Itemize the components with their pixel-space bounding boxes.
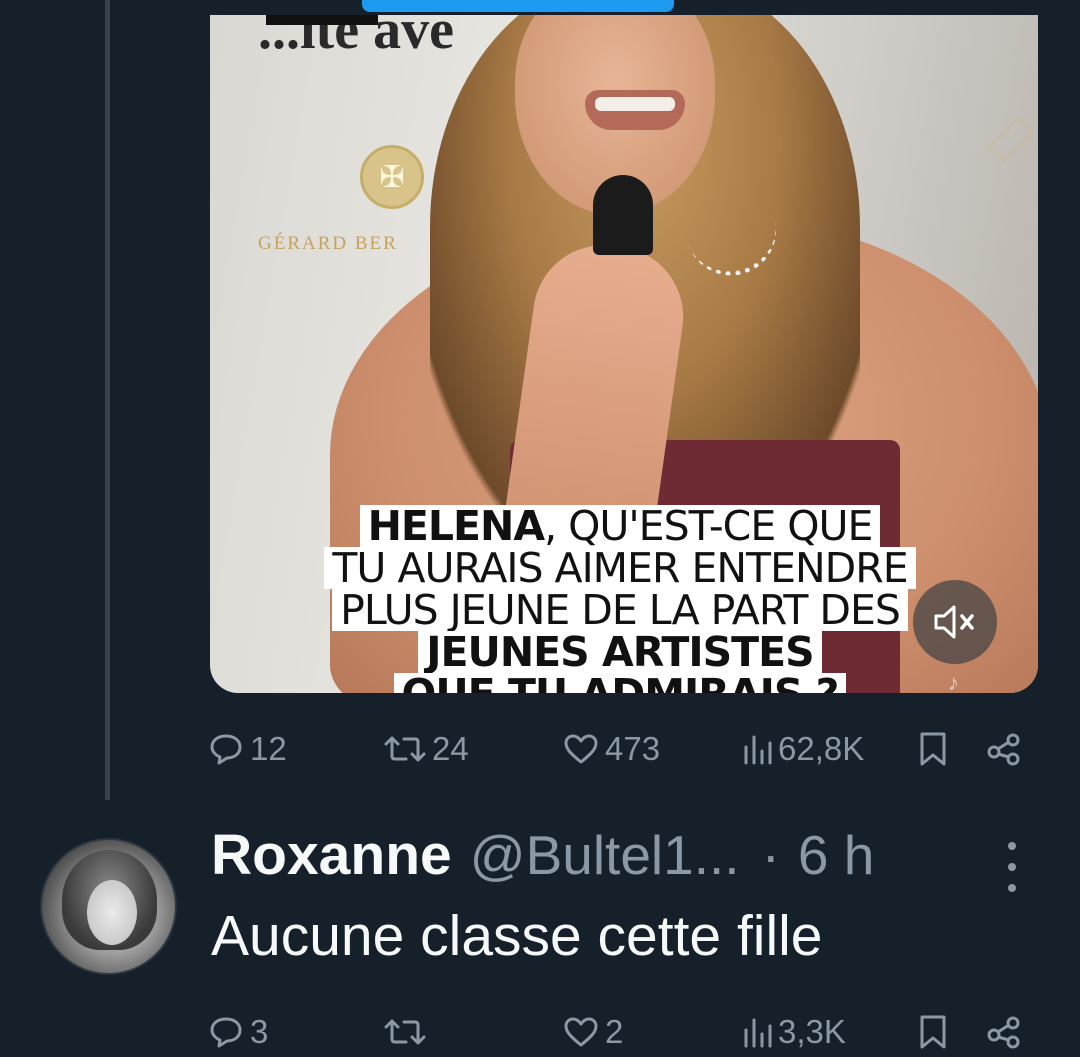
volume-muted-icon [934,605,974,639]
more-icon [1008,842,1016,850]
views-icon [744,1018,772,1048]
bookmark-icon [920,732,946,766]
views-button[interactable]: 62,8K [742,729,864,769]
views-button[interactable]: 3,3K [742,1012,846,1052]
share-button[interactable] [986,1012,1022,1052]
more-options-button[interactable] [1000,842,1024,892]
sponsor-text: GÉRARD BER [258,233,398,254]
tweet-action-bar: 12 24 473 62,8K [0,729,1080,769]
thread-line [105,0,110,800]
reply-icon [210,1017,242,1048]
retweet-count: 24 [432,730,469,767]
retweet-button[interactable] [384,1012,432,1052]
tweet-video[interactable]: ...ite ave ✠ GÉRARD BER HELENA, QU'EST-C… [210,15,1038,693]
like-count: 2 [605,1013,624,1050]
microphone [593,175,653,255]
heart-icon [564,734,598,764]
retweet-button[interactable]: 24 [384,729,469,769]
bookmark-button[interactable] [918,729,948,769]
avatar[interactable] [40,838,177,975]
reply-icon [210,734,242,765]
bookmark-icon [920,1015,946,1049]
separator: · [761,824,780,886]
view-count: 3,3K [778,1013,846,1050]
like-button[interactable]: 473 [563,729,660,769]
like-button[interactable]: 2 [563,1012,623,1052]
tiktok-icon: ♪ [948,670,959,693]
reply-action-bar: 3 2 3,3K [0,1012,1080,1052]
mute-button[interactable] [913,580,997,664]
reply-header: Roxanne @Bultel1... · 6 h [211,822,874,892]
timestamp[interactable]: 6 h [798,823,874,887]
sponsor-emblem: ✠ [360,145,424,209]
video-caption: HELENA, QU'EST-CE QUE TU AURAIS AIMER EN… [310,505,930,693]
backdrop-text: ...ite ave [258,15,454,55]
scroll-indicator [362,0,674,12]
side-logo [988,117,1034,163]
user-handle[interactable]: @Bultel1... [470,823,740,887]
reply-text: Aucune classe cette fille [211,904,823,968]
reply-button[interactable]: 12 [208,729,287,769]
reply-count: 12 [250,730,287,767]
person-teeth [595,97,675,111]
views-icon [744,735,772,765]
retweet-icon [384,736,426,762]
retweet-icon [384,1019,426,1045]
heart-icon [564,1017,598,1047]
share-icon [987,733,1020,766]
reply-count: 3 [250,1013,269,1050]
like-count: 473 [605,730,661,767]
view-count: 62,8K [778,730,865,767]
display-name[interactable]: Roxanne [211,822,452,888]
reply-button[interactable]: 3 [208,1012,268,1052]
share-button[interactable] [986,729,1022,769]
share-icon [987,1016,1020,1049]
bookmark-button[interactable] [918,1012,948,1052]
